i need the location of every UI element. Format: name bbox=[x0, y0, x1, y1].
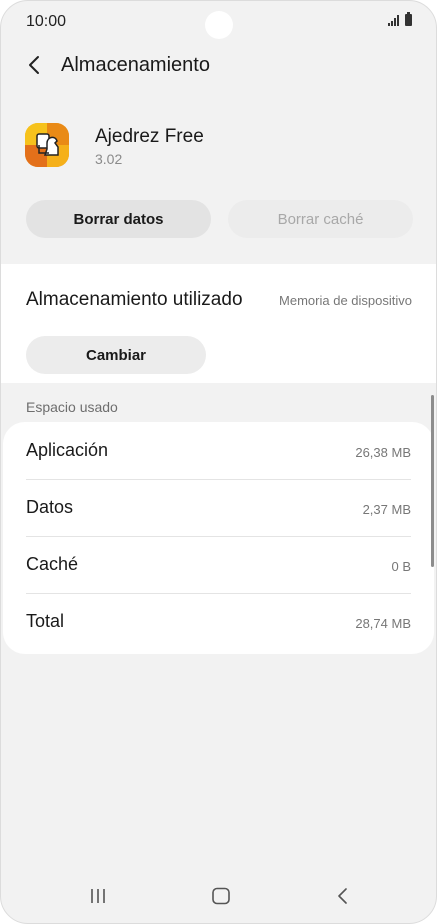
usage-row-size: 26,38 MB bbox=[355, 445, 411, 460]
storage-location-section: Almacenamiento utilizado Memoria de disp… bbox=[1, 264, 436, 383]
usage-row-size: 28,74 MB bbox=[355, 616, 411, 631]
usage-row-app: Aplicación 26,38 MB bbox=[26, 422, 411, 480]
navigation-bar bbox=[1, 871, 436, 923]
nav-back-button[interactable] bbox=[328, 883, 358, 909]
storage-location-value: Memoria de dispositivo bbox=[279, 293, 412, 308]
usage-row-label: Total bbox=[26, 611, 65, 631]
usage-row-total: Total 28,74 MB bbox=[26, 593, 411, 650]
usage-row-label: Aplicación bbox=[26, 440, 109, 460]
home-button[interactable] bbox=[206, 883, 236, 909]
page-title: Almacenamiento bbox=[61, 54, 210, 76]
chess-app-icon bbox=[25, 123, 69, 167]
usage-row-label: Datos bbox=[26, 497, 74, 517]
status-bar: 10:00 bbox=[1, 1, 436, 45]
back-button[interactable] bbox=[21, 51, 49, 79]
usage-row-cache: Caché 0 B bbox=[26, 536, 411, 594]
app-name: Ajedrez Free bbox=[95, 126, 204, 147]
clear-cache-button[interactable]: Borrar caché bbox=[228, 200, 413, 238]
usage-card: Aplicación 26,38 MB Datos 2,37 MB Caché … bbox=[3, 422, 434, 654]
back-arrow-icon bbox=[29, 56, 39, 74]
app-header: Almacenamiento bbox=[1, 45, 436, 89]
status-time: 10:00 bbox=[26, 13, 67, 30]
camera-cutout bbox=[205, 11, 233, 39]
nav-back-icon bbox=[338, 888, 347, 904]
recent-apps-button[interactable] bbox=[83, 883, 113, 909]
space-used-header: Espacio usado bbox=[26, 399, 118, 415]
scrollbar[interactable] bbox=[431, 395, 434, 567]
clear-data-button[interactable]: Borrar datos bbox=[26, 200, 211, 238]
status-icons bbox=[388, 12, 412, 26]
usage-row-label: Caché bbox=[26, 554, 79, 574]
app-version: 3.02 bbox=[95, 151, 123, 167]
storage-used-label: Almacenamiento utilizado bbox=[26, 289, 243, 310]
signal-icon bbox=[388, 14, 399, 26]
phone-screen: 10:00 Almacenamiento Ajedrez Free 3.02 B… bbox=[0, 0, 437, 924]
usage-row-size: 2,37 MB bbox=[362, 502, 411, 517]
battery-icon bbox=[405, 12, 412, 26]
home-icon bbox=[212, 887, 230, 905]
recent-apps-icon bbox=[91, 889, 105, 903]
usage-row-size: 0 B bbox=[391, 559, 411, 574]
usage-row-data: Datos 2,37 MB bbox=[26, 479, 411, 537]
change-storage-button[interactable]: Cambiar bbox=[26, 336, 206, 374]
